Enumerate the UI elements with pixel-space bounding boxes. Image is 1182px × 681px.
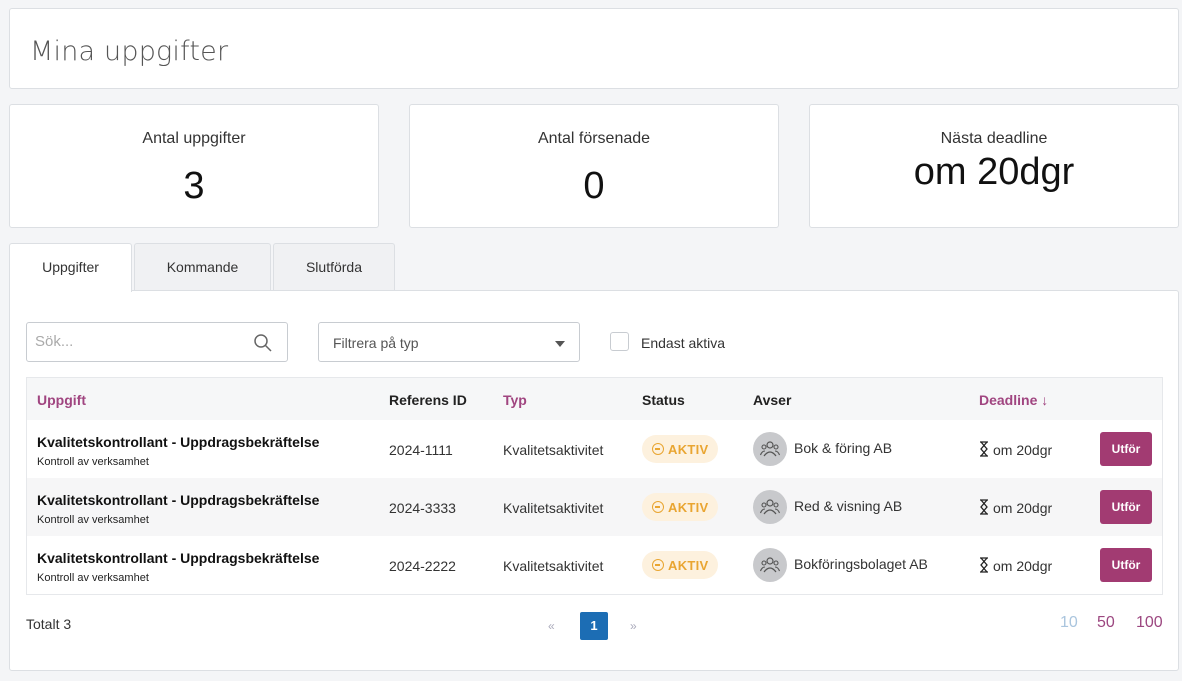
tasks-table: Uppgift Referens ID Typ Status Avser Dea… bbox=[26, 377, 1163, 595]
pagination-page-current[interactable]: 1 bbox=[580, 612, 608, 640]
task-type: Kvalitetsaktivitet bbox=[503, 500, 604, 516]
chevron-down-icon bbox=[555, 341, 565, 347]
only-active-label: Endast aktiva bbox=[641, 335, 726, 351]
task-ref: 2024-1111 bbox=[389, 442, 453, 458]
group-icon bbox=[760, 441, 780, 457]
avatar bbox=[753, 432, 787, 466]
group-icon bbox=[760, 557, 780, 573]
task-subtitle: Kontroll av verksamhet bbox=[37, 572, 149, 584]
stat-label: Antal försenade bbox=[537, 130, 651, 147]
task-avser: Bokföringsbolaget AB bbox=[794, 556, 928, 572]
col-header-status: Status bbox=[642, 392, 685, 408]
group-icon bbox=[760, 499, 780, 515]
status-text: AKTIV bbox=[668, 442, 709, 457]
page-size-100[interactable]: 100 bbox=[1136, 614, 1163, 632]
task-avser: Red & visning AB bbox=[794, 498, 903, 514]
task-ref: 2024-3333 bbox=[389, 500, 456, 516]
stat-label: Antal uppgifter bbox=[142, 130, 246, 147]
task-ref: 2024-2222 bbox=[389, 558, 456, 574]
status-badge: AKTIV bbox=[642, 493, 718, 521]
stat-card-overdue: Antal försenade 0 bbox=[409, 104, 779, 228]
task-title: Kvalitetskontrollant - Uppdragsbekräftel… bbox=[37, 434, 320, 450]
avatar bbox=[753, 490, 787, 524]
col-header-uppgift[interactable]: Uppgift bbox=[37, 392, 86, 408]
stat-label: Nästa deadline bbox=[940, 130, 1048, 147]
stat-value: 3 bbox=[183, 165, 205, 207]
pagination-prev[interactable]: « bbox=[548, 619, 555, 633]
table-row: Kvalitetskontrollant - Uppdragsbekräftel… bbox=[27, 536, 1162, 594]
minus-circle-icon bbox=[652, 501, 664, 513]
utfor-button[interactable]: Utför bbox=[1100, 548, 1152, 582]
task-title: Kvalitetskontrollant - Uppdragsbekräftel… bbox=[37, 550, 320, 566]
col-header-referens: Referens ID bbox=[389, 392, 467, 408]
tasks-panel: Filtrera på typ Endast aktiva Uppgift Re… bbox=[9, 290, 1179, 671]
status-text: AKTIV bbox=[668, 500, 709, 515]
utfor-button[interactable]: Utför bbox=[1100, 490, 1152, 524]
col-header-typ[interactable]: Typ bbox=[503, 392, 527, 408]
search-input[interactable] bbox=[35, 333, 245, 350]
table-header: Uppgift Referens ID Typ Status Avser Dea… bbox=[27, 378, 1162, 420]
type-filter-placeholder: Filtrera på typ bbox=[333, 335, 419, 351]
task-deadline: om 20dgr bbox=[993, 558, 1053, 574]
search-box bbox=[26, 322, 288, 362]
col-header-deadline[interactable]: Deadline ↓ bbox=[979, 392, 1048, 408]
page-size-10[interactable]: 10 bbox=[1060, 614, 1078, 632]
tab-slutforda[interactable]: Slutförda bbox=[273, 243, 395, 292]
only-active-checkbox[interactable] bbox=[610, 332, 629, 351]
search-icon[interactable] bbox=[253, 333, 273, 353]
task-avser: Bok & föring AB bbox=[794, 440, 893, 456]
task-deadline: om 20dgr bbox=[993, 442, 1053, 458]
task-deadline: om 20dgr bbox=[993, 500, 1053, 516]
avatar bbox=[753, 548, 787, 582]
task-subtitle: Kontroll av verksamhet bbox=[37, 514, 149, 526]
status-badge: AKTIV bbox=[642, 435, 718, 463]
task-type: Kvalitetsaktivitet bbox=[503, 442, 604, 458]
pagination-next[interactable]: » bbox=[630, 619, 637, 633]
tab-uppgifter[interactable]: Uppgifter bbox=[9, 243, 132, 292]
stat-card-total: Antal uppgifter 3 bbox=[9, 104, 379, 228]
status-text: AKTIV bbox=[668, 558, 709, 573]
minus-circle-icon bbox=[652, 559, 664, 571]
page-size-50[interactable]: 50 bbox=[1097, 614, 1115, 632]
table-row: Kvalitetskontrollant - Uppdragsbekräftel… bbox=[27, 478, 1162, 536]
total-count: Totalt 3 bbox=[26, 616, 72, 632]
stat-value: 0 bbox=[583, 165, 605, 207]
page-header: Mina uppgifter bbox=[9, 8, 1179, 89]
stat-card-next-deadline: Nästa deadline om 20dgr bbox=[809, 104, 1179, 228]
hourglass-icon bbox=[980, 499, 988, 515]
utfor-button[interactable]: Utför bbox=[1100, 432, 1152, 466]
type-filter-select[interactable]: Filtrera på typ bbox=[318, 322, 580, 362]
hourglass-icon bbox=[980, 441, 988, 457]
hourglass-icon bbox=[980, 557, 988, 573]
task-subtitle: Kontroll av verksamhet bbox=[37, 456, 149, 468]
status-badge: AKTIV bbox=[642, 551, 718, 579]
task-type: Kvalitetsaktivitet bbox=[503, 558, 604, 574]
task-title: Kvalitetskontrollant - Uppdragsbekräftel… bbox=[37, 492, 320, 508]
table-row: Kvalitetskontrollant - Uppdragsbekräftel… bbox=[27, 420, 1162, 478]
stat-value: om 20dgr bbox=[913, 151, 1075, 193]
col-header-avser: Avser bbox=[753, 392, 792, 408]
minus-circle-icon bbox=[652, 443, 664, 455]
page-title: Mina uppgifter bbox=[30, 36, 229, 67]
tab-kommande[interactable]: Kommande bbox=[134, 243, 271, 292]
